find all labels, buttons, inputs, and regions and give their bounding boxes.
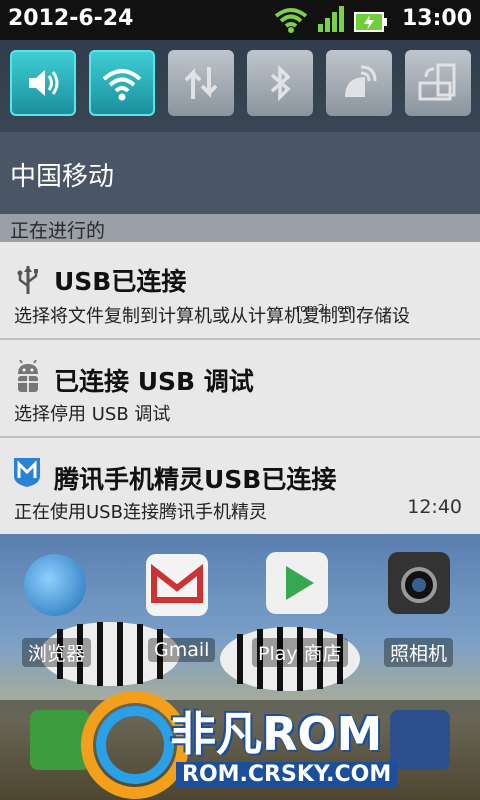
notification-tencent-usb[interactable]: 腾讯手机精灵USB已连接 正在使用USB连接腾讯手机精灵 12:40 [0, 438, 480, 536]
notification-usb-debugging[interactable]: 已连接 USB 调试 选择停用 USB 调试 [0, 340, 480, 438]
data-arrows-icon [184, 67, 218, 99]
app-label-gmail[interactable]: Gmail [148, 638, 216, 662]
camera-icon[interactable] [388, 552, 450, 614]
notification-time: 12:40 [407, 496, 462, 518]
carrier-area: 中国移动 [0, 132, 480, 214]
status-time: 13:00 [401, 6, 472, 31]
watermark-url: ROM.CRSKY.COM [176, 762, 398, 787]
watermark: 非凡ROM ROM.CRSKY.COM [80, 690, 410, 800]
speaker-icon [29, 70, 59, 96]
cell-signal-icon [318, 6, 344, 32]
notification-title: 已连接 USB 调试 [54, 367, 254, 396]
status-icons [274, 4, 388, 34]
rotate-toggle[interactable] [405, 50, 471, 116]
notification-title: 腾讯手机精灵USB已连接 [54, 465, 337, 494]
sound-toggle[interactable] [10, 50, 76, 116]
rotate-icon [418, 63, 456, 101]
status-date: 2012-6-24 [8, 6, 134, 31]
android-debug-icon [18, 360, 38, 392]
app-label-camera[interactable]: 照相机 [384, 638, 454, 667]
watermark-overlay-text: rom2j.com [296, 302, 355, 315]
app-label-play-store[interactable]: Play 商店 [252, 638, 348, 667]
notification-subtitle: 选择停用 USB 调试 [14, 404, 171, 425]
notification-title: USB已连接 [54, 267, 187, 296]
data-toggle[interactable] [168, 50, 234, 116]
tencent-assistant-icon [14, 458, 40, 487]
notification-subtitle: 正在使用USB连接腾讯手机精灵 [14, 502, 267, 523]
section-title: 正在进行的 [10, 220, 106, 242]
play-store-icon[interactable] [266, 552, 328, 614]
quick-toggles [0, 40, 480, 132]
battery-icon [354, 12, 387, 32]
gps-icon [345, 65, 377, 97]
bluetooth-toggle[interactable] [247, 50, 313, 116]
notification-usb-connected[interactable]: USB已连接 选择将文件复制到计算机或从计算机复制到存储设 rom2j.com [0, 242, 480, 340]
wifi-signal-icon [274, 8, 308, 33]
wifi-toggle[interactable] [89, 50, 155, 116]
bluetooth-icon [270, 64, 291, 102]
globe-icon[interactable] [24, 554, 86, 616]
usb-icon [17, 266, 38, 294]
wifi-icon [102, 69, 142, 101]
app-label-browser[interactable]: 浏览器 [22, 638, 92, 667]
watermark-brand: 非凡ROM [170, 707, 383, 761]
carrier-label: 中国移动 [10, 162, 115, 192]
ongoing-section-header: 正在进行的 [0, 214, 480, 242]
gps-toggle[interactable] [326, 50, 392, 116]
status-bar: 2012-6-24 13:00 [0, 0, 480, 40]
gmail-icon[interactable] [146, 554, 208, 616]
